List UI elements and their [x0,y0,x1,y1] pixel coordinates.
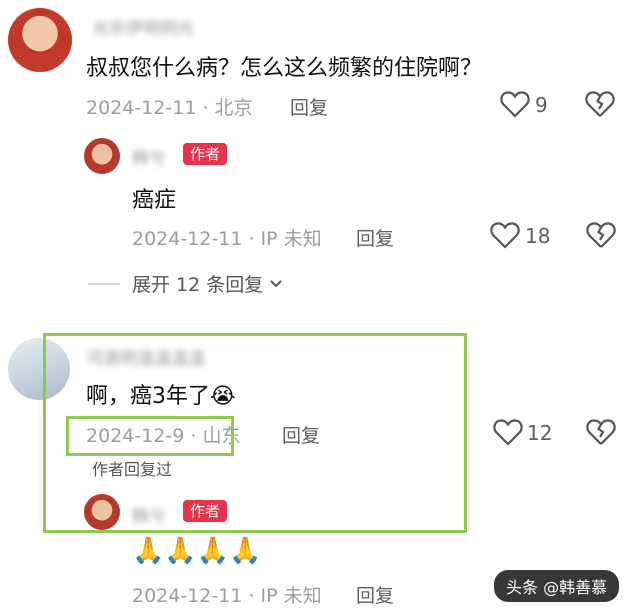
heart-icon[interactable] [493,418,523,446]
watermark: 头条 @韩善慕 [494,570,620,602]
reply-button[interactable]: 回复 [356,224,394,251]
divider [88,283,120,285]
heart-icon[interactable] [500,90,530,118]
like-count: 12 [527,421,553,445]
avatar[interactable] [8,8,72,72]
dislike-icon[interactable] [586,221,616,249]
like-count: 9 [535,93,548,117]
comment-text: 叔叔您什么病？怎么这么频繁的住院啊？ [86,56,483,81]
dislike-icon[interactable] [585,90,615,118]
expand-replies-label: 展开 12 条回复 [132,274,264,296]
highlight-box-date [66,416,234,456]
comment-text: 癌症 [132,188,177,213]
chevron-down-icon [269,279,283,289]
author-badge: 作者 [183,143,228,165]
dislike-icon[interactable] [586,418,616,446]
heart-icon[interactable] [490,221,520,249]
comment-meta: 2024-12-11 · IP 未知 [132,228,322,250]
comment-text: 🙏🙏🙏🙏 [132,536,262,566]
username[interactable]: 韩兮 [132,144,166,169]
expand-replies-button[interactable]: 展开 12 条回复 [132,270,283,297]
reply-button[interactable]: 回复 [290,93,328,120]
comment-meta: 2024-12-11 · 北京 [86,97,253,119]
username[interactable]: 光宗伊明明光 [92,14,194,39]
avatar[interactable] [84,138,120,174]
like-count: 18 [525,224,551,248]
